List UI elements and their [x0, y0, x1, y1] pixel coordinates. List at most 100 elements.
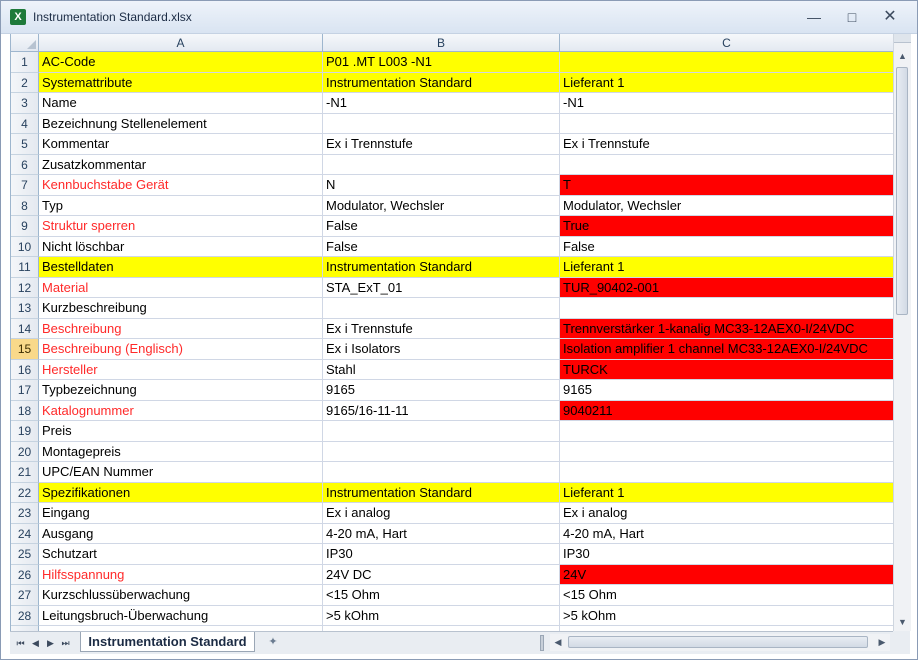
row-header[interactable]: 11: [11, 257, 39, 278]
row-header[interactable]: 8: [11, 195, 39, 216]
cell-c[interactable]: [560, 298, 894, 319]
previous-sheet-icon[interactable]: ◀: [29, 636, 42, 650]
cell-c[interactable]: 9165: [560, 380, 894, 401]
table-row[interactable]: 10 Nicht löschbar False False: [11, 236, 894, 257]
row-header[interactable]: 19: [11, 421, 39, 442]
row-header[interactable]: 25: [11, 544, 39, 565]
cell-b[interactable]: 9165: [323, 380, 560, 401]
table-row[interactable]: 6 Zusatzkommentar: [11, 154, 894, 175]
cell-a[interactable]: Kennbuchstabe Gerät: [39, 175, 323, 196]
spreadsheet-grid[interactable]: A B C 1 AC-Code P01 .MT L003 -N1 2 Systematt…: [10, 34, 894, 631]
cell-a[interactable]: Beschreibung (Englisch): [39, 339, 323, 360]
cell-c[interactable]: >5 kOhm: [560, 605, 894, 626]
cell-c[interactable]: Ex i Trennstufe: [560, 134, 894, 155]
title-bar[interactable]: X Instrumentation Standard.xlsx — □ ✕: [1, 1, 917, 34]
cell-a[interactable]: Spezifikationen: [39, 482, 323, 503]
vertical-scrollbar[interactable]: ▲ ▼: [893, 34, 911, 631]
row-header[interactable]: 24: [11, 523, 39, 544]
cell-a[interactable]: Kurzschlussüberwachung: [39, 585, 323, 606]
table-row[interactable]: 19 Preis: [11, 421, 894, 442]
row-header[interactable]: 9: [11, 216, 39, 237]
cell-a[interactable]: Struktur sperren: [39, 216, 323, 237]
cell-b[interactable]: Ex i Trennstufe: [323, 134, 560, 155]
cell-c[interactable]: [560, 462, 894, 483]
row-header[interactable]: 4: [11, 113, 39, 134]
cell-a[interactable]: Schutzart: [39, 544, 323, 565]
cell-a[interactable]: Montagepreis: [39, 441, 323, 462]
cell-b[interactable]: P01 .MT L003 -N1: [323, 52, 560, 73]
table-row[interactable]: 3 Name -N1 -N1: [11, 93, 894, 114]
cell-b[interactable]: IP30: [323, 544, 560, 565]
cell-b[interactable]: Modulator, Wechsler: [323, 195, 560, 216]
row-header[interactable]: 28: [11, 605, 39, 626]
cell-a[interactable]: Systemattribute: [39, 72, 323, 93]
cell-b[interactable]: 24V DC: [323, 564, 560, 585]
cell-c[interactable]: 9040211: [560, 400, 894, 421]
table-row[interactable]: 4 Bezeichnung Stellenelement: [11, 113, 894, 134]
cell-b[interactable]: Ex i analog: [323, 503, 560, 524]
cell-b[interactable]: 9165/16-11-11: [323, 400, 560, 421]
cell-c[interactable]: -N1: [560, 93, 894, 114]
cell-a[interactable]: Typbezeichnung: [39, 380, 323, 401]
cell-b[interactable]: [323, 421, 560, 442]
cell-a[interactable]: Ausgang: [39, 523, 323, 544]
cell-a[interactable]: Hilfsspannung: [39, 564, 323, 585]
table-row[interactable]: 21 UPC/EAN Nummer: [11, 462, 894, 483]
scroll-right-arrow-icon[interactable]: ▶: [874, 634, 890, 651]
cell-c[interactable]: False: [560, 236, 894, 257]
cell-b[interactable]: [323, 441, 560, 462]
cell-c[interactable]: [560, 52, 894, 73]
table-row[interactable]: 26 Hilfsspannung 24V DC 24V: [11, 564, 894, 585]
row-header[interactable]: 27: [11, 585, 39, 606]
column-header-c[interactable]: C: [560, 34, 894, 52]
cell-b[interactable]: Ex i Isolators: [323, 339, 560, 360]
scroll-down-arrow-icon[interactable]: ▼: [894, 614, 911, 631]
horizontal-scroll-thumb[interactable]: [568, 636, 868, 648]
row-header[interactable]: 15: [11, 339, 39, 360]
cell-c[interactable]: [560, 441, 894, 462]
table-row[interactable]: 20 Montagepreis: [11, 441, 894, 462]
cell-a[interactable]: Bezeichnung Stellenelement: [39, 113, 323, 134]
cell-a[interactable]: Nicht löschbar: [39, 236, 323, 257]
cell-a[interactable]: UPC/EAN Nummer: [39, 462, 323, 483]
cell-b[interactable]: Instrumentation Standard: [323, 257, 560, 278]
row-header[interactable]: 10: [11, 236, 39, 257]
cell-c[interactable]: [560, 421, 894, 442]
cell-b[interactable]: False: [323, 236, 560, 257]
sheet-tab-instrumentation-standard[interactable]: Instrumentation Standard: [80, 632, 255, 652]
cell-c[interactable]: Lieferant 1: [560, 257, 894, 278]
row-header[interactable]: 14: [11, 318, 39, 339]
table-row[interactable]: 18 Katalognummer 9165/16-11-11 9040211: [11, 400, 894, 421]
row-header[interactable]: 21: [11, 462, 39, 483]
table-row[interactable]: 13 Kurzbeschreibung: [11, 298, 894, 319]
row-header[interactable]: 20: [11, 441, 39, 462]
vertical-scroll-thumb[interactable]: [896, 67, 908, 315]
cell-b[interactable]: [323, 154, 560, 175]
table-row[interactable]: 16 Hersteller Stahl TURCK: [11, 359, 894, 380]
cell-c[interactable]: Isolation amplifier 1 channel MC33-12AEX…: [560, 339, 894, 360]
cell-c[interactable]: [560, 113, 894, 134]
cell-b[interactable]: 4-20 mA, Hart: [323, 523, 560, 544]
cell-b[interactable]: [323, 298, 560, 319]
cell-b[interactable]: Instrumentation Standard: [323, 72, 560, 93]
cell-b[interactable]: False: [323, 216, 560, 237]
cell-c[interactable]: TURCK: [560, 359, 894, 380]
column-header-a[interactable]: A: [39, 34, 323, 52]
table-row[interactable]: 9 Struktur sperren False True: [11, 216, 894, 237]
minimize-button[interactable]: —: [801, 7, 827, 27]
insert-sheet-icon[interactable]: ✦: [264, 635, 282, 650]
first-sheet-icon[interactable]: ⏮: [14, 636, 27, 650]
scroll-up-arrow-icon[interactable]: ▲: [894, 48, 911, 65]
cell-b[interactable]: N: [323, 175, 560, 196]
table-row[interactable]: 14 Beschreibung Ex i Trennstufe Trennverstä…: [11, 318, 894, 339]
table-row[interactable]: 25 Schutzart IP30 IP30: [11, 544, 894, 565]
cell-b[interactable]: Stahl: [323, 359, 560, 380]
cell-a[interactable]: Bestelldaten: [39, 257, 323, 278]
resize-grip[interactable]: [893, 631, 910, 653]
cell-c[interactable]: T: [560, 175, 894, 196]
row-header[interactable]: 23: [11, 503, 39, 524]
cell-c[interactable]: IP30: [560, 544, 894, 565]
table-row[interactable]: 17 Typbezeichnung 9165 9165: [11, 380, 894, 401]
horizontal-scrollbar[interactable]: ◀ ▶: [550, 634, 890, 651]
cell-c[interactable]: Modulator, Wechsler: [560, 195, 894, 216]
